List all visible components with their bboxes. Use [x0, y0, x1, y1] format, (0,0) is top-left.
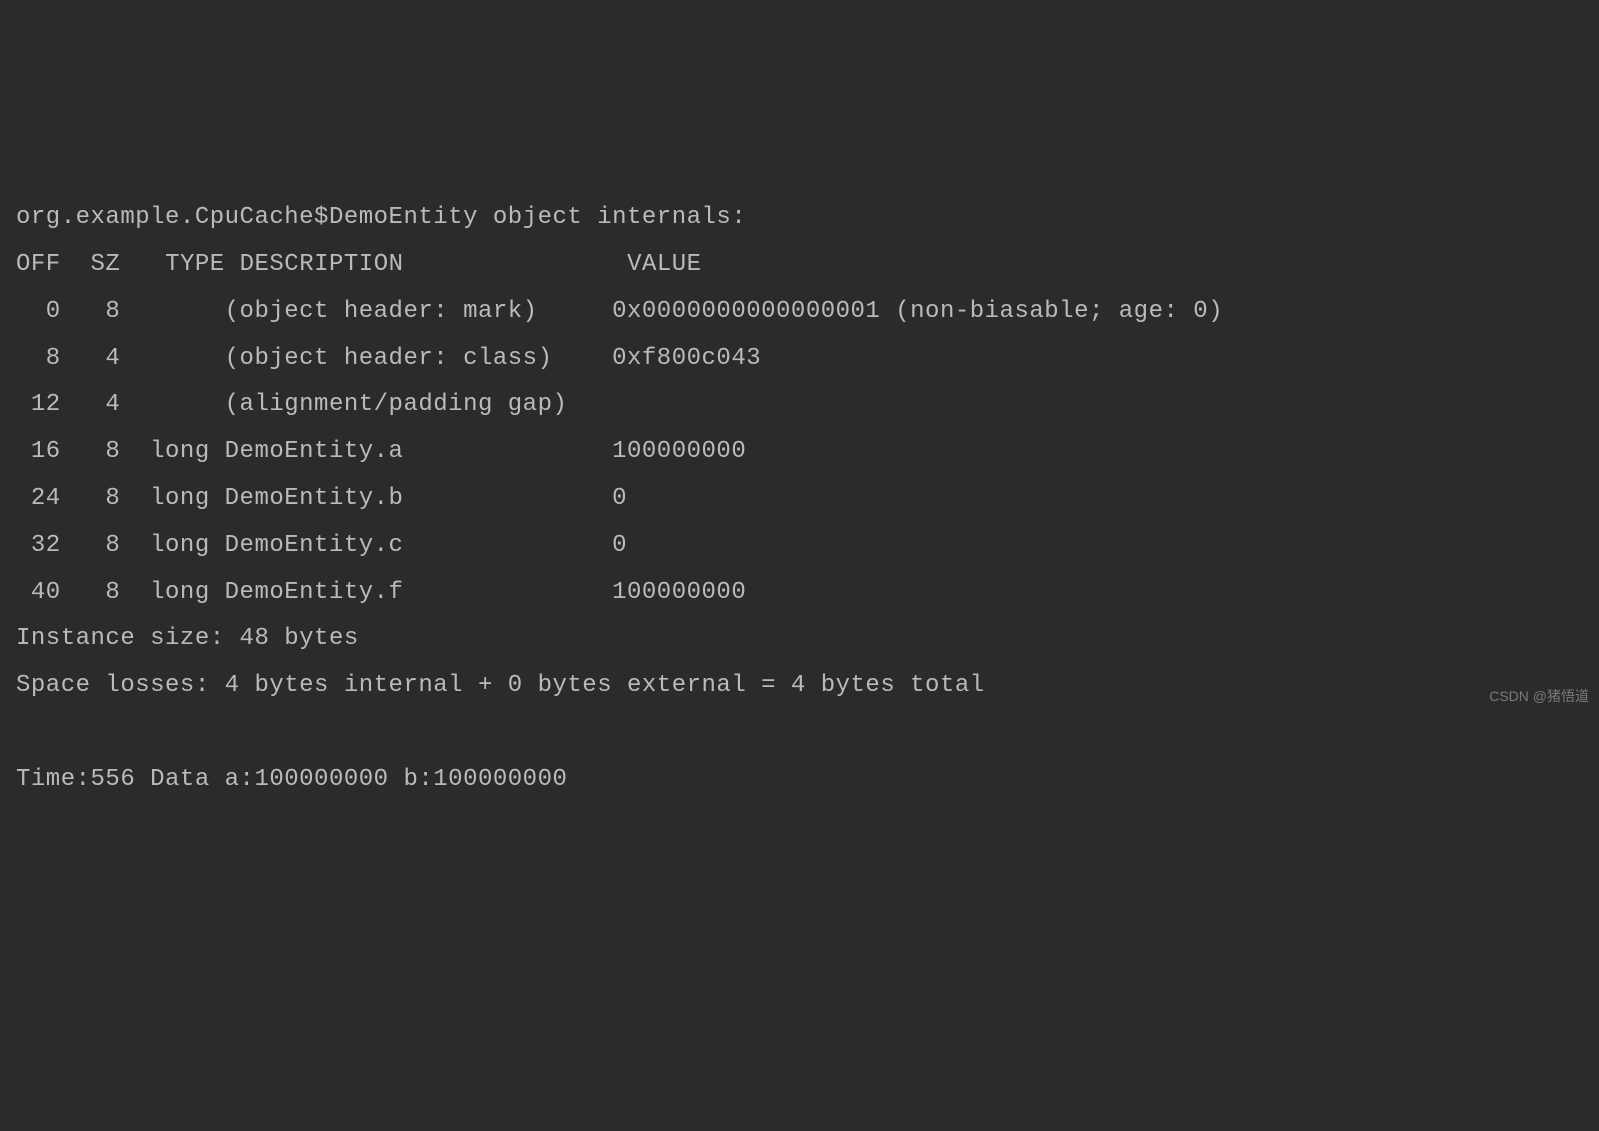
console-output: org.example.CpuCache$DemoEntity object i… — [16, 195, 1583, 803]
header-type: TYPE — [165, 251, 225, 278]
title-line: org.example.CpuCache$DemoEntity object i… — [16, 204, 746, 231]
header-value: VALUE — [627, 251, 702, 278]
watermark: CSDN @猪悟道 — [1489, 689, 1589, 703]
table-rows: 0 8 (object header: mark) 0x000000000000… — [16, 298, 1223, 606]
header-off: OFF — [16, 251, 61, 278]
instance-size-line: Instance size: 48 bytes — [16, 625, 359, 652]
time-line: Time:556 Data a:100000000 b:100000000 — [16, 766, 567, 793]
header-sz: SZ — [91, 251, 121, 278]
space-losses-line: Space losses: 4 bytes internal + 0 bytes… — [16, 672, 985, 699]
header-description: DESCRIPTION — [240, 251, 404, 278]
header-line: OFF SZ TYPE DESCRIPTION VALUE — [16, 251, 702, 278]
